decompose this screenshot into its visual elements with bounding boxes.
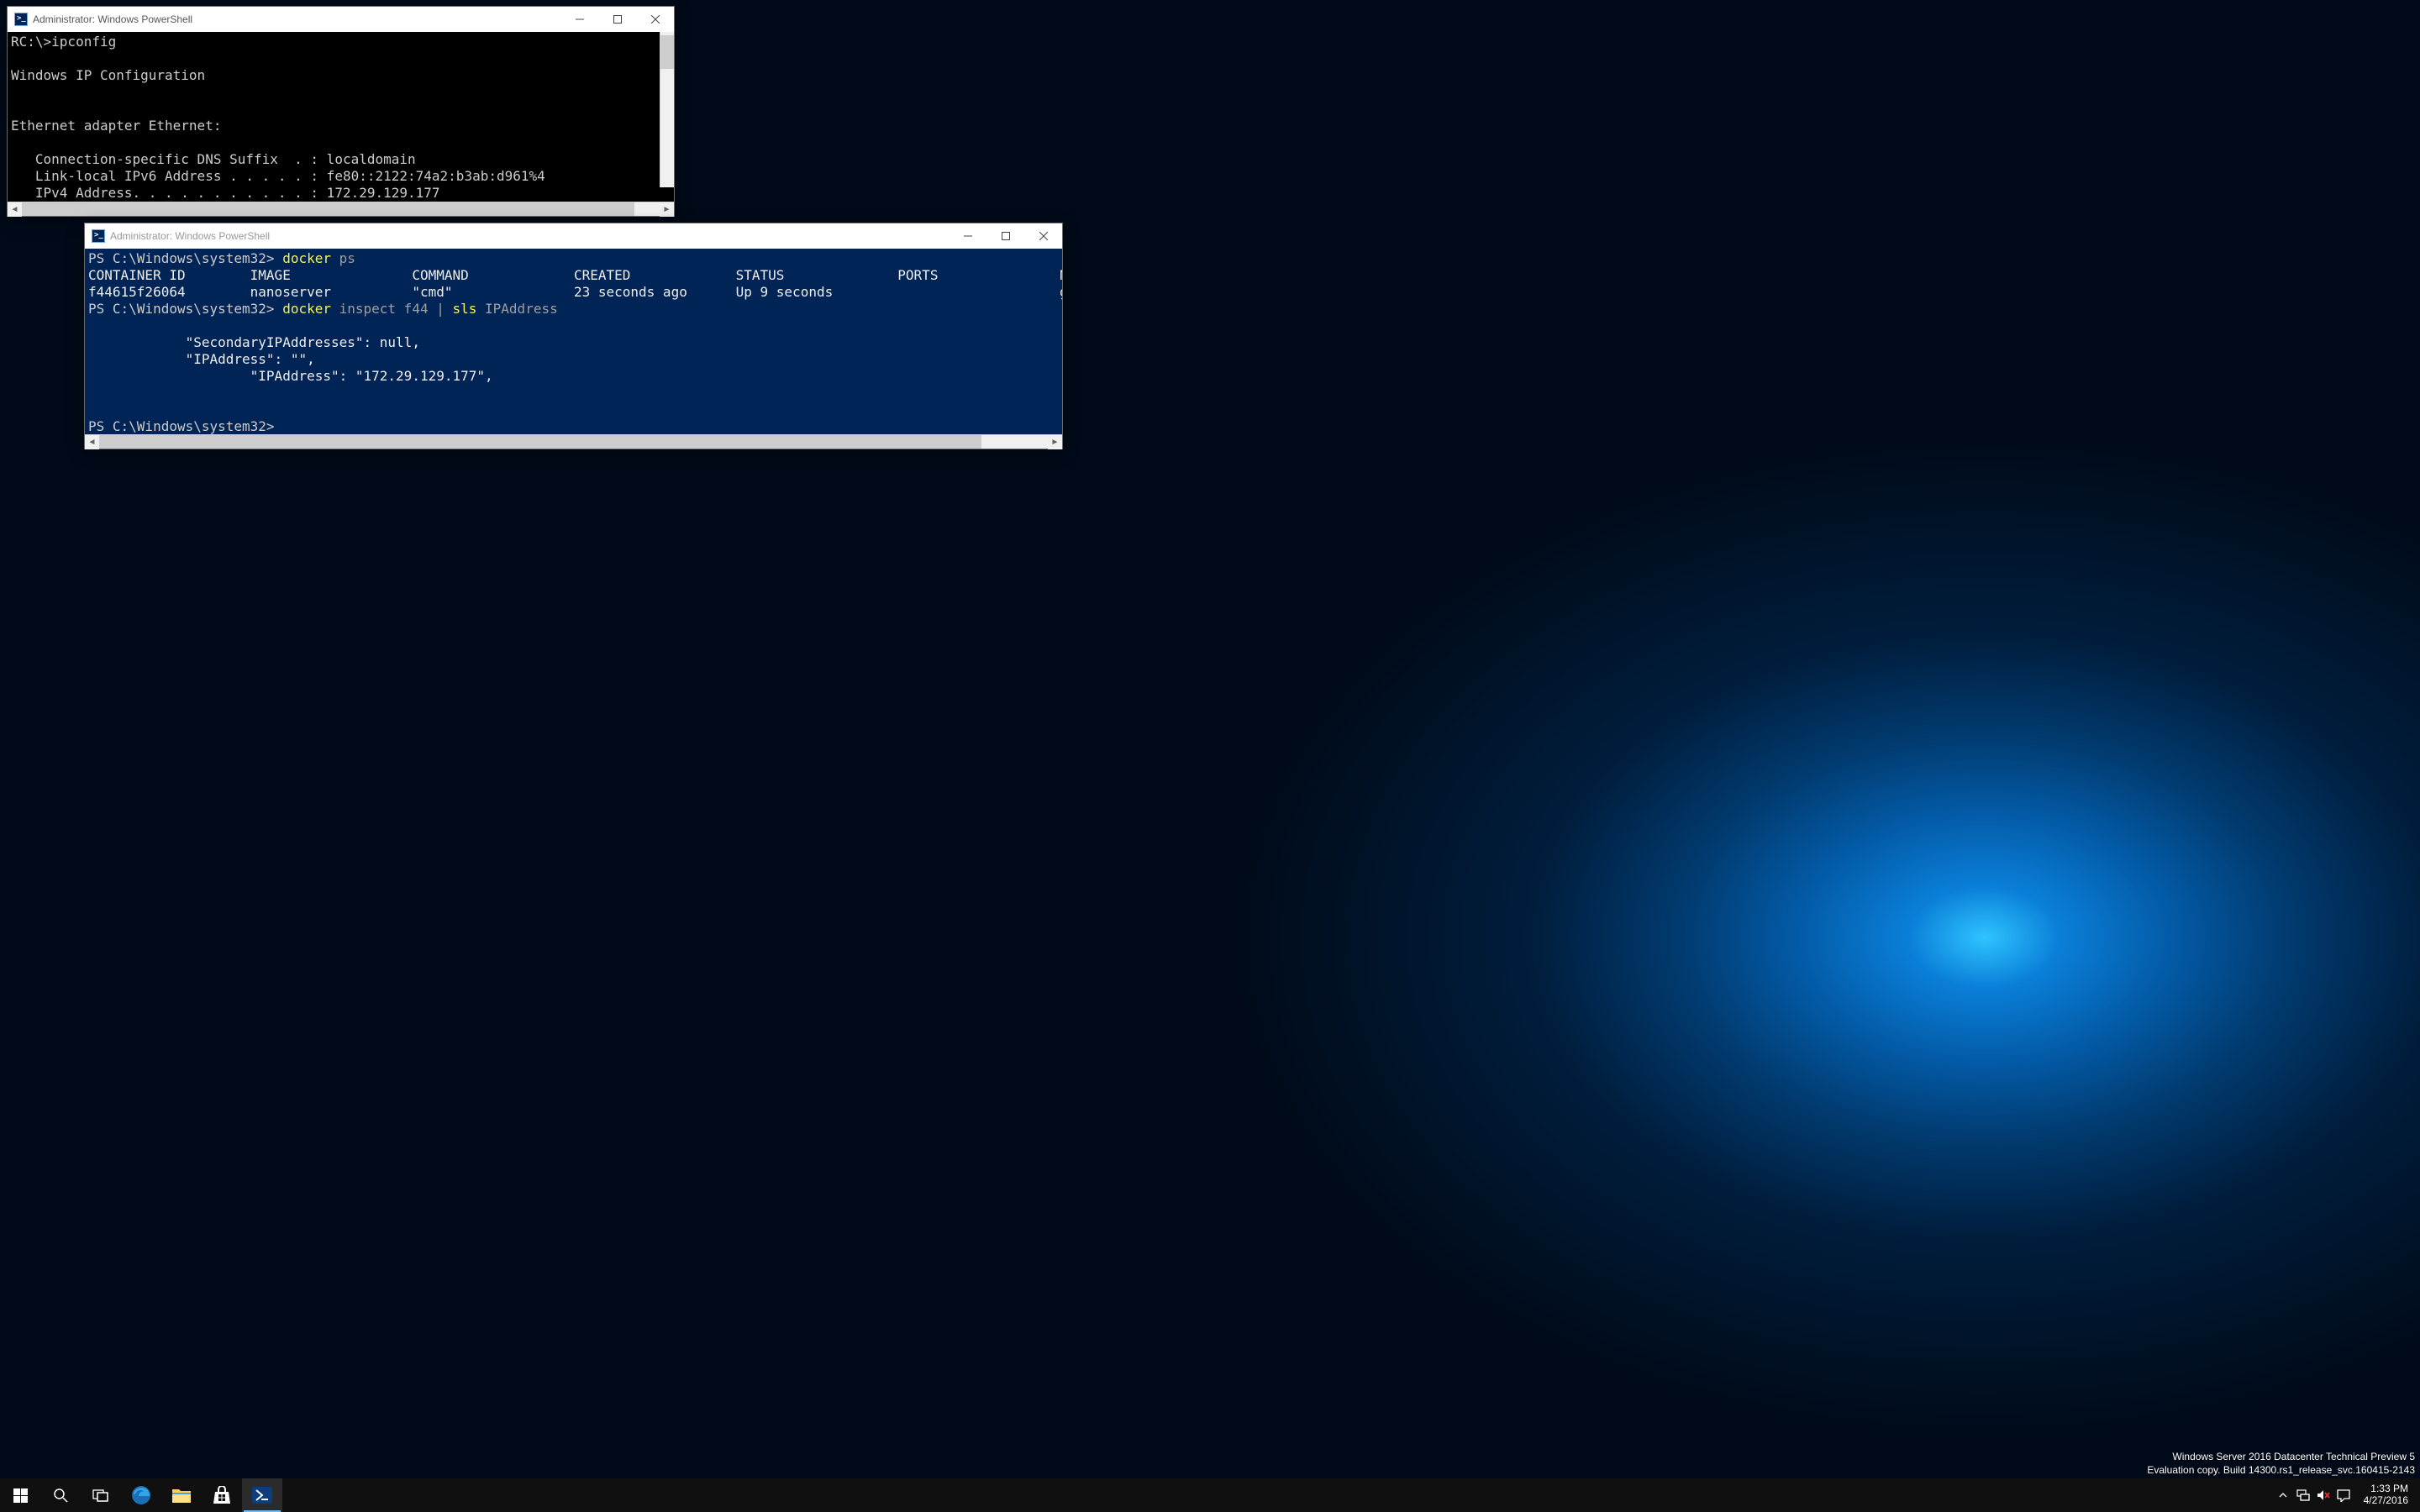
scroll-right-icon[interactable]: ► — [1048, 435, 1062, 449]
search-button[interactable] — [40, 1478, 81, 1512]
vertical-scrollbar[interactable] — [660, 32, 674, 187]
maximize-button[interactable] — [986, 223, 1024, 249]
powershell-icon — [14, 13, 28, 26]
scroll-right-icon[interactable]: ► — [660, 202, 674, 217]
powershell-window-2[interactable]: Administrator: Windows PowerShell PS C:\… — [84, 223, 1063, 449]
window-title: Administrator: Windows PowerShell — [110, 230, 949, 242]
terminal-body[interactable]: RC:\>ipconfig Windows IP Configuration E… — [8, 32, 674, 202]
horizontal-scrollbar[interactable]: ◄ ► — [8, 202, 674, 216]
tray-action-center-icon[interactable] — [2337, 1488, 2350, 1502]
terminal-output: PS C:\Windows\system32> docker ps CONTAI… — [85, 249, 1062, 434]
taskbar-store-icon[interactable] — [202, 1478, 242, 1512]
scroll-left-icon[interactable]: ◄ — [85, 435, 99, 449]
close-button[interactable] — [1024, 223, 1062, 249]
tray-chevron-up-icon[interactable] — [2276, 1488, 2290, 1502]
taskbar-spacer — [282, 1478, 2268, 1512]
terminal-output: RC:\>ipconfig Windows IP Configuration E… — [8, 32, 674, 202]
tray-network-icon[interactable] — [2296, 1488, 2310, 1502]
start-button[interactable] — [0, 1478, 40, 1512]
minimize-button[interactable] — [949, 223, 986, 249]
terminal-body[interactable]: PS C:\Windows\system32> docker ps CONTAI… — [85, 249, 1062, 434]
system-tray[interactable]: 1:33 PM 4/27/2016 — [2268, 1478, 2420, 1512]
watermark-line2: Evaluation copy. Build 14300.rs1_release… — [2147, 1463, 2415, 1477]
maximize-button[interactable] — [598, 7, 636, 32]
close-button[interactable] — [636, 7, 674, 32]
taskbar-edge-icon[interactable] — [121, 1478, 161, 1512]
taskbar-powershell-icon[interactable] — [242, 1478, 282, 1512]
titlebar[interactable]: Administrator: Windows PowerShell — [8, 7, 674, 32]
taskbar[interactable]: 1:33 PM 4/27/2016 — [0, 1478, 2420, 1512]
watermark-line1: Windows Server 2016 Datacenter Technical… — [2147, 1450, 2415, 1463]
scroll-left-icon[interactable]: ◄ — [8, 202, 22, 217]
horizontal-scrollbar[interactable]: ◄ ► — [85, 434, 1062, 449]
minimize-button[interactable] — [560, 7, 598, 32]
window-title: Administrator: Windows PowerShell — [33, 13, 560, 25]
desktop-watermark: Windows Server 2016 Datacenter Technical… — [2147, 1450, 2415, 1477]
titlebar[interactable]: Administrator: Windows PowerShell — [85, 223, 1062, 249]
powershell-window-1[interactable]: Administrator: Windows PowerShell RC:\>i… — [7, 6, 675, 217]
tray-volume-muted-icon[interactable] — [2317, 1488, 2330, 1502]
clock-time: 1:33 PM — [2364, 1483, 2408, 1495]
clock-date: 4/27/2016 — [2364, 1495, 2408, 1507]
taskbar-clock[interactable]: 1:33 PM 4/27/2016 — [2357, 1483, 2415, 1507]
taskbar-file-explorer-icon[interactable] — [161, 1478, 202, 1512]
task-view-button[interactable] — [81, 1478, 121, 1512]
powershell-icon — [92, 229, 105, 243]
